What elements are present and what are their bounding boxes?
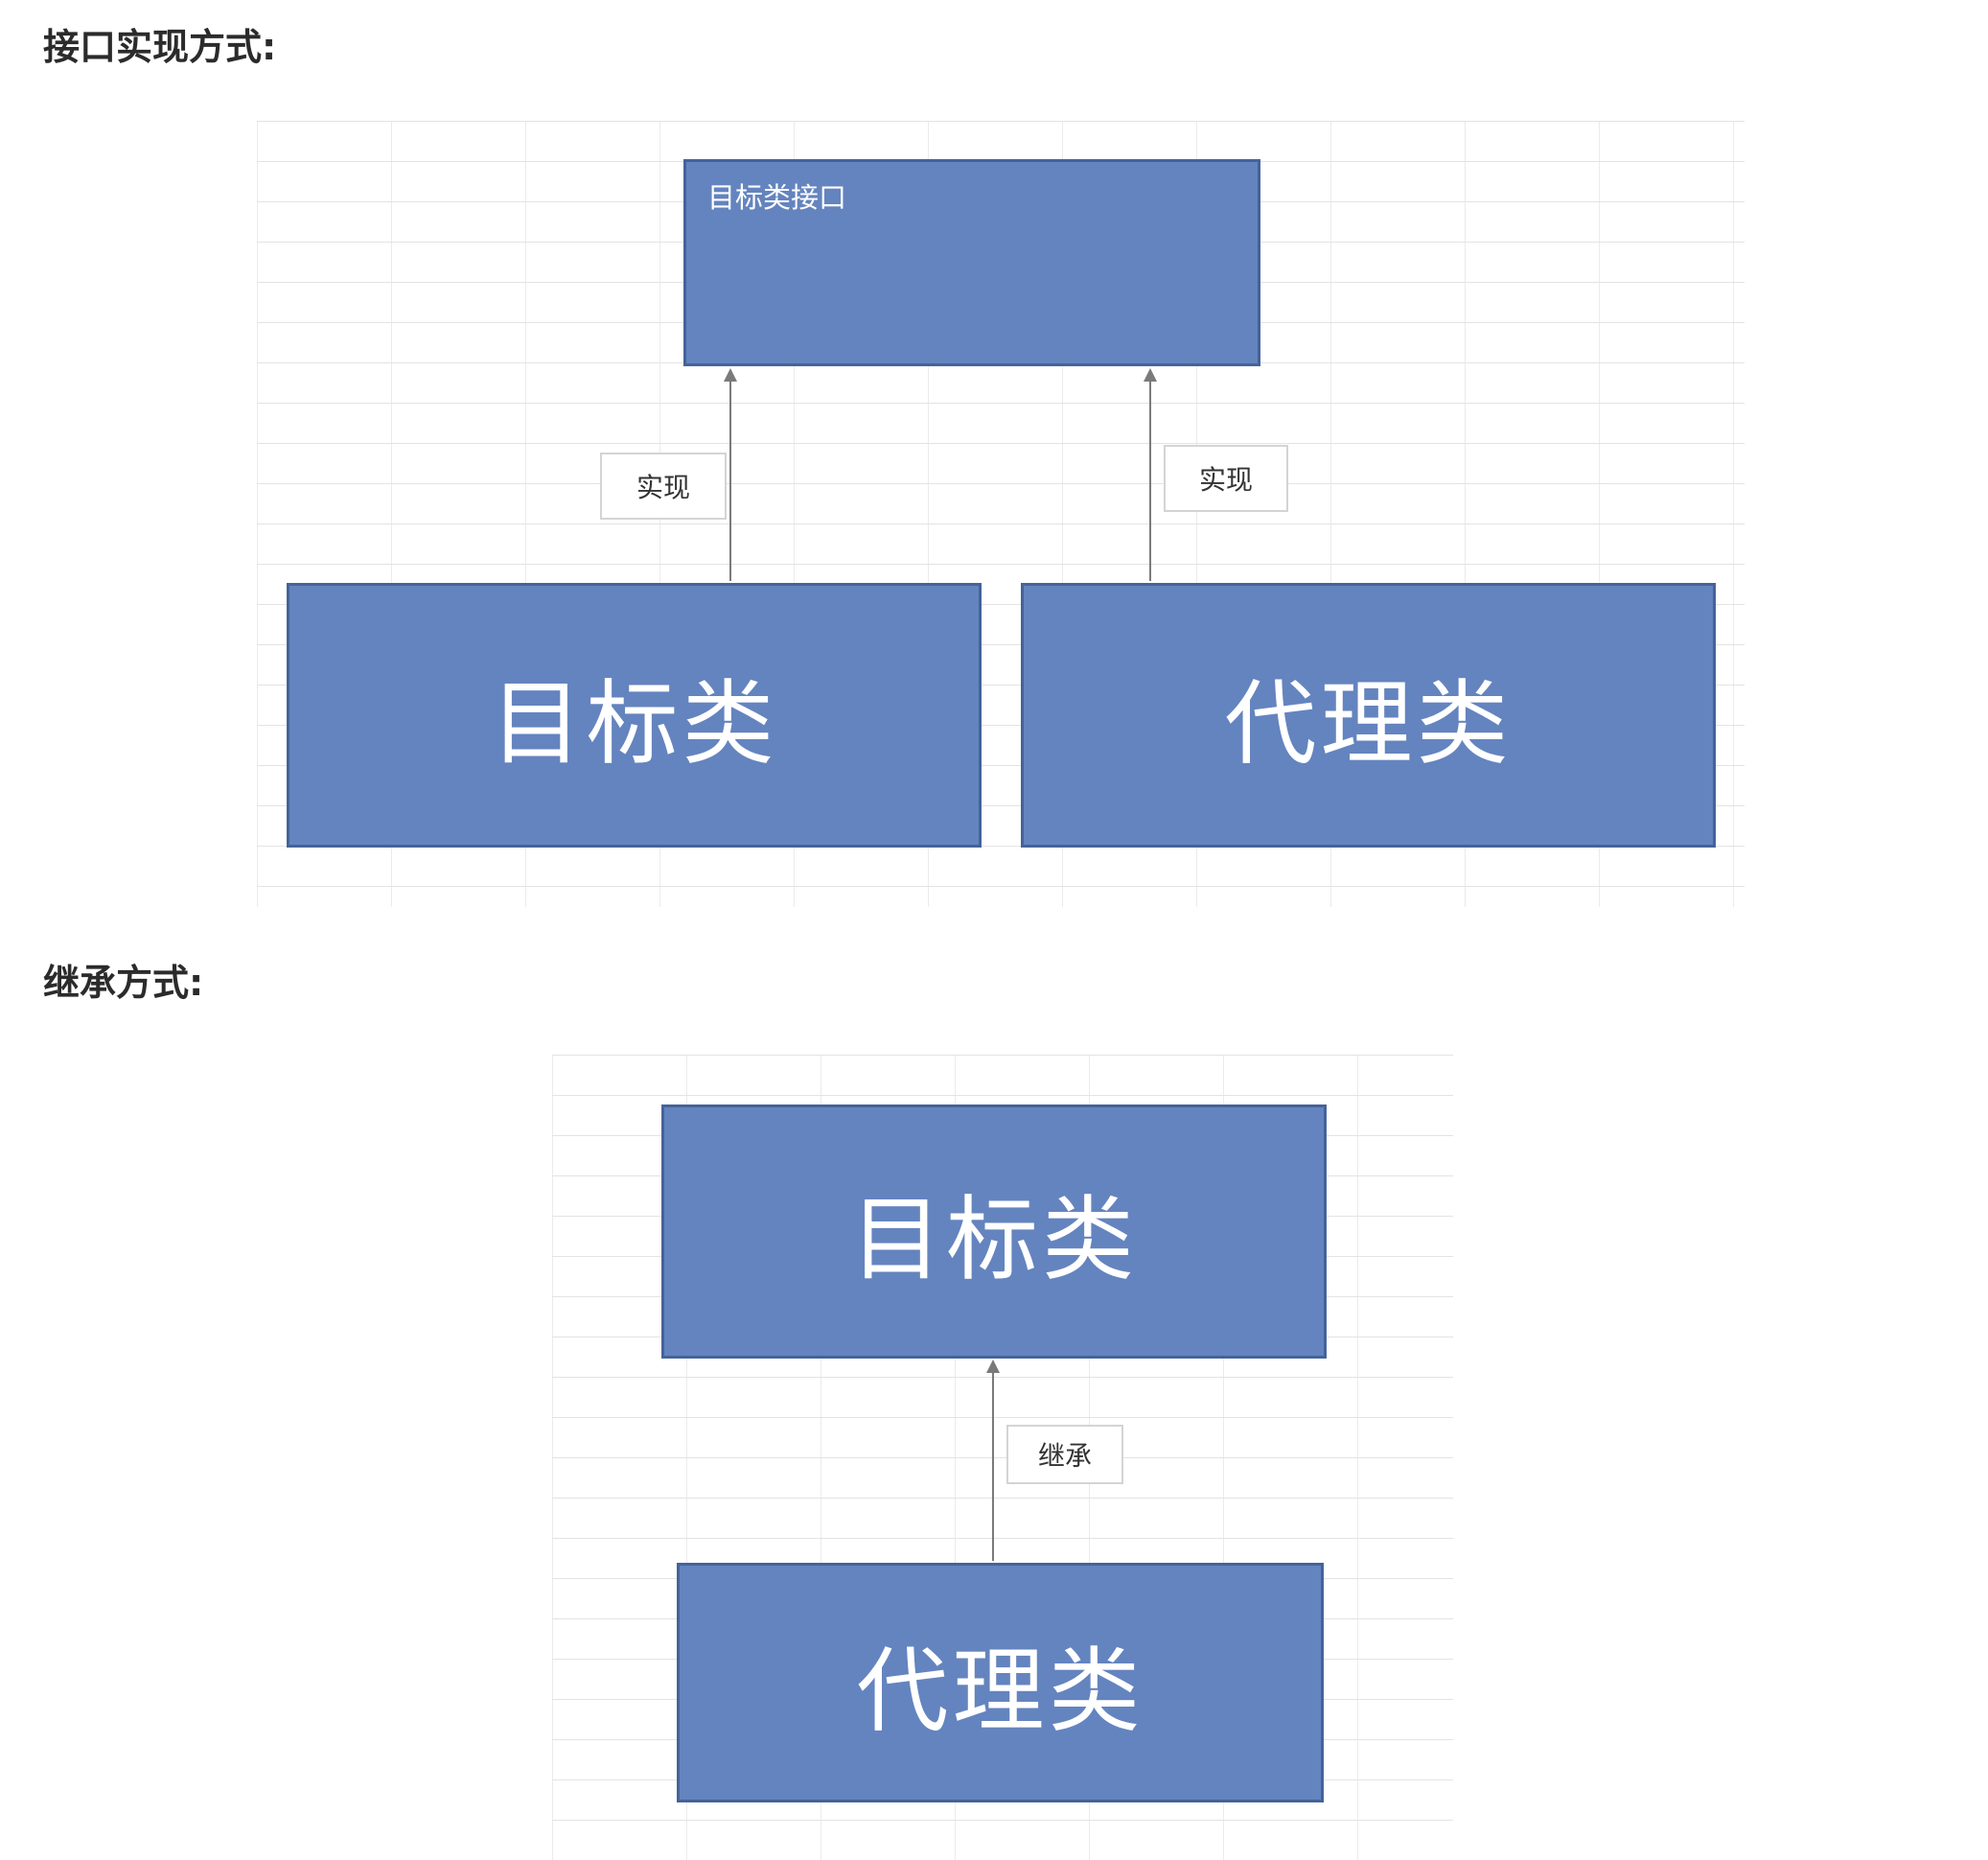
section-heading-interface: 接口实现方式:	[43, 26, 277, 68]
left-implements-label: 实现	[600, 453, 727, 520]
section-heading-inheritance: 继承方式:	[43, 962, 204, 1004]
interface-connectors	[724, 368, 1157, 581]
right-implements-label: 实现	[1164, 445, 1288, 512]
left-arrowhead	[724, 368, 737, 382]
inheritance-connectors	[986, 1360, 1000, 1561]
diagram-inheritance: 目标类 代理类 继承	[552, 1055, 1453, 1860]
inherits-arrowhead	[986, 1360, 1000, 1373]
inherits-label: 继承	[1006, 1425, 1123, 1484]
diagram-interface: 目标类接口 目标类 代理类 实现 实现	[257, 121, 1745, 907]
right-arrowhead	[1144, 368, 1157, 382]
